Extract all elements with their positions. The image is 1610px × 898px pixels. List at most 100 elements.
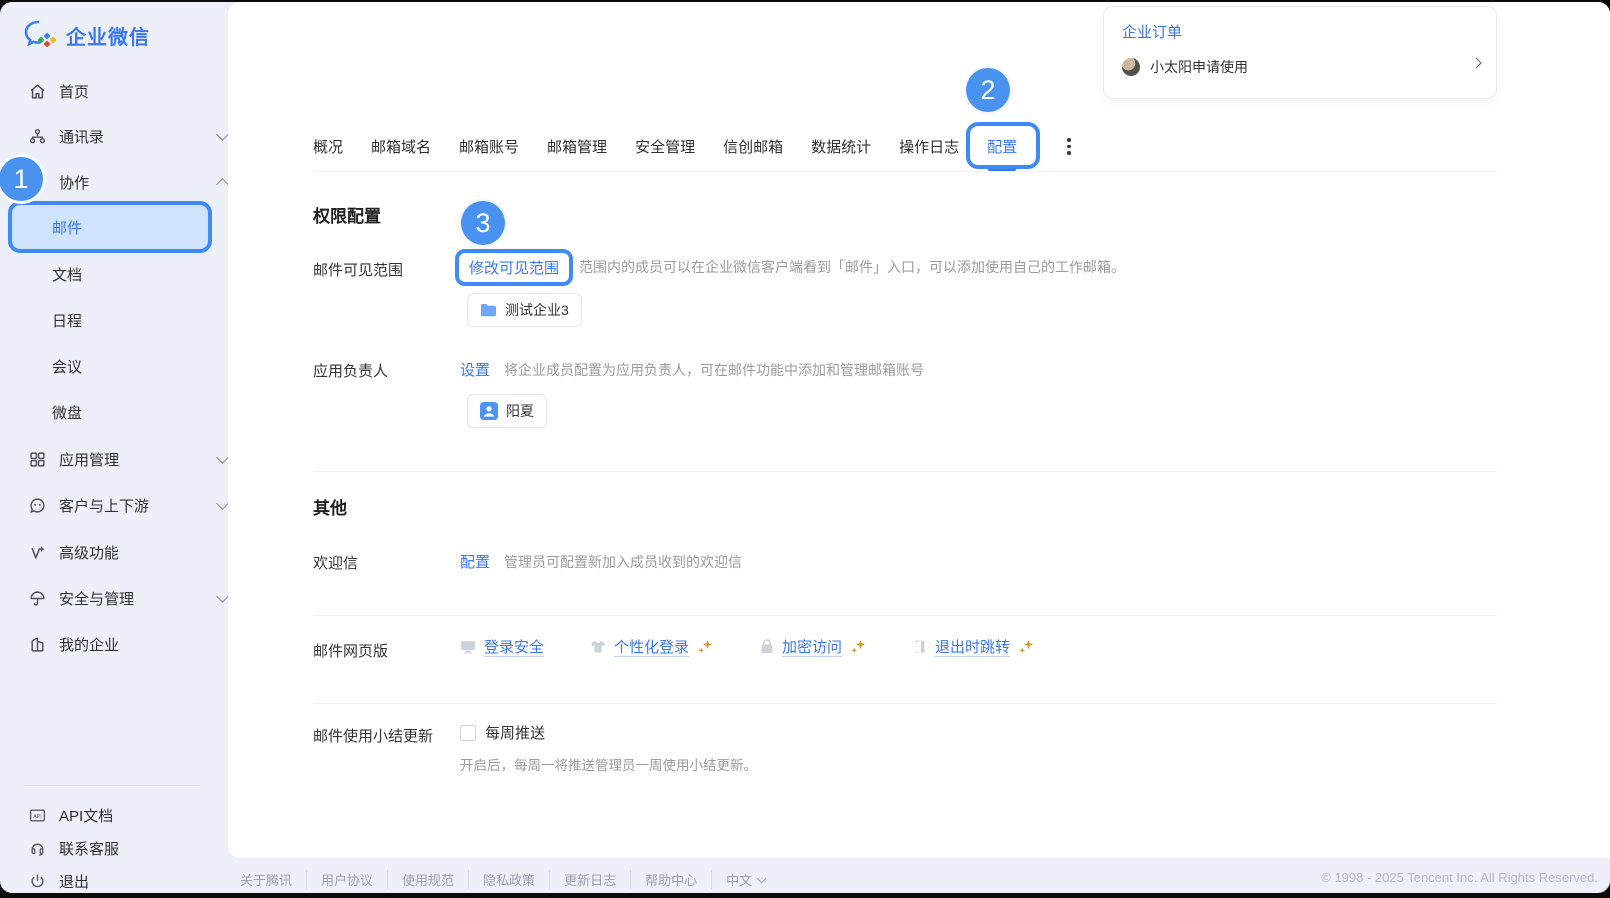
chevron-down-icon — [216, 497, 229, 510]
owner-member-name: 阳夏 — [506, 401, 534, 421]
chat-bubble-icon — [28, 496, 46, 514]
order-request-row[interactable]: 小太阳申请使用 — [1122, 57, 1248, 77]
sidebar-item-label: 安全与管理 — [59, 588, 134, 609]
encrypted-access-link[interactable]: 加密访问 — [760, 636, 867, 657]
personalized-login-link[interactable]: 个性化登录 — [590, 636, 714, 657]
sidebar: 企业微信 首页 通讯录 协作 邮件 文档 日程 会议 — [0, 2, 228, 893]
member-avatar-icon — [480, 402, 498, 420]
tab-overview[interactable]: 概况 — [313, 136, 343, 157]
main-panel: 企业订单 小太阳申请使用 概况 邮箱域名 邮箱账号 邮箱管理 安全管理 信创邮箱… — [228, 2, 1610, 858]
footer-link-agreement[interactable]: 用户协议 — [306, 870, 387, 889]
sidebar-item-label: 客户与上下游 — [59, 495, 149, 516]
sidebar-item-my-company[interactable]: 我的企业 — [28, 633, 119, 655]
sidebar-item-app-management[interactable]: 应用管理 — [28, 448, 119, 470]
welcome-letter-desc: 管理员可配置新加入成员收到的欢迎信 — [504, 552, 742, 572]
mail-admin-tabbar: 概况 邮箱域名 邮箱账号 邮箱管理 安全管理 信创邮箱 数据统计 操作日志 配置 — [313, 122, 1497, 172]
power-icon — [28, 872, 46, 890]
login-security-label: 登录安全 — [484, 636, 544, 657]
annotation-box-step3: 修改可见范围 — [455, 249, 573, 286]
step-2-badge: 2 — [963, 65, 1013, 115]
sidebar-item-label: 首页 — [59, 81, 89, 102]
sidebar-item-advanced[interactable]: 高级功能 — [28, 541, 119, 563]
sidebar-item-label: 退出 — [59, 871, 89, 892]
weekly-push-label: 每周推送 — [485, 722, 545, 743]
sidebar-item-label: 协作 — [59, 172, 89, 193]
footer-link-help[interactable]: 帮助中心 — [630, 870, 711, 889]
chevron-down-icon — [757, 873, 767, 883]
sidebar-item-logout[interactable]: 退出 — [28, 870, 89, 892]
tab-mail-domain[interactable]: 邮箱域名 — [371, 136, 431, 157]
chevron-down-icon — [216, 451, 229, 464]
app-logo: 企业微信 — [24, 20, 150, 50]
sidebar-item-label: 应用管理 — [59, 449, 119, 470]
tab-mail-account[interactable]: 邮箱账号 — [459, 136, 519, 157]
weekly-push-checkbox[interactable] — [460, 725, 476, 741]
login-security-link[interactable]: 登录安全 — [460, 636, 544, 657]
set-owner-link[interactable]: 设置 — [460, 359, 490, 380]
sidebar-item-contact-support[interactable]: 联系客服 — [28, 837, 119, 859]
page-footer-links: 关于腾讯 用户协议 使用规范 隐私政策 更新日志 帮助中心 中文 — [240, 870, 779, 889]
sidebar-item-label: 邮件 — [52, 217, 82, 238]
monitor-icon — [460, 639, 476, 654]
footer-link-about[interactable]: 关于腾讯 — [240, 870, 306, 889]
sidebar-item-label: 通讯录 — [59, 126, 104, 147]
more-tabs-icon[interactable] — [1067, 138, 1071, 155]
app-owner-row: 设置 将企业成员配置为应用负责人，可在邮件功能中添加和管理邮箱账号 — [460, 359, 924, 380]
enterprise-order-title[interactable]: 企业订单 — [1122, 21, 1182, 42]
sidebar-item-mail-selected[interactable]: 邮件 — [8, 201, 212, 253]
sidebar-item-docs[interactable]: 文档 — [52, 263, 82, 285]
sidebar-item-home[interactable]: 首页 — [28, 80, 89, 102]
weekly-push-row: 每周推送 — [460, 722, 545, 743]
headset-icon — [28, 839, 46, 857]
sidebar-item-customers[interactable]: 客户与上下游 — [28, 494, 149, 516]
sidebar-item-schedule[interactable]: 日程 — [52, 309, 82, 331]
tab-operation-log[interactable]: 操作日志 — [899, 136, 959, 157]
tab-security-management[interactable]: 安全管理 — [635, 136, 695, 157]
footer-link-usage[interactable]: 使用规范 — [387, 870, 468, 889]
footer-link-changelog[interactable]: 更新日志 — [549, 870, 630, 889]
sidebar-item-security[interactable]: 安全与管理 — [28, 587, 134, 609]
premium-sparkle-icon — [1018, 638, 1035, 655]
language-selector[interactable]: 中文 — [711, 870, 779, 889]
scope-tag-label: 测试企业3 — [505, 300, 569, 320]
welcome-letter-row: 配置 管理员可配置新加入成员收到的欢迎信 — [460, 551, 742, 572]
configure-welcome-link[interactable]: 配置 — [460, 551, 490, 572]
mail-visibility-row: 修改可见范围 范围内的成员可以在企业微信客户端看到「邮件」入口，可以添加使用自己… — [455, 248, 1125, 286]
section-divider — [313, 615, 1497, 616]
sidebar-item-api-docs[interactable]: API API文档 — [28, 804, 113, 826]
modify-visibility-link[interactable]: 修改可见范围 — [469, 257, 559, 278]
app-owner-desc: 将企业成员配置为应用负责人，可在邮件功能中添加和管理邮箱账号 — [504, 360, 924, 380]
sidebar-item-drive[interactable]: 微盘 — [52, 401, 82, 423]
tab-xinchuang-mail[interactable]: 信创邮箱 — [723, 136, 783, 157]
svg-text:API: API — [33, 813, 42, 819]
enterprise-order-card: 企业订单 小太阳申请使用 — [1103, 6, 1497, 99]
sidebar-item-meeting[interactable]: 会议 — [52, 355, 82, 377]
language-label: 中文 — [726, 870, 752, 889]
section-divider — [313, 471, 1497, 472]
footer-link-privacy[interactable]: 隐私政策 — [468, 870, 549, 889]
sidebar-item-label: API文档 — [59, 805, 113, 826]
admin-console-window: 企业微信 首页 通讯录 协作 邮件 文档 日程 会议 — [0, 2, 1610, 893]
tab-mail-management[interactable]: 邮箱管理 — [547, 136, 607, 157]
lock-icon — [760, 639, 774, 654]
step-3-badge: 3 — [458, 198, 508, 248]
folder-icon — [480, 303, 497, 317]
sparkle-icon — [28, 543, 46, 561]
chevron-down-icon — [216, 128, 229, 141]
api-doc-icon: API — [28, 806, 46, 824]
premium-sparkle-icon — [850, 638, 867, 655]
sidebar-item-label: 文档 — [52, 264, 82, 285]
home-icon — [28, 82, 46, 100]
chevron-down-icon — [216, 590, 229, 603]
sidebar-item-contacts[interactable]: 通讯录 — [28, 125, 104, 147]
grid-icon — [28, 450, 46, 468]
tab-data-statistics[interactable]: 数据统计 — [811, 136, 871, 157]
section-title-other: 其他 — [313, 494, 347, 519]
annotation-box-step2 — [966, 122, 1040, 169]
door-exit-icon — [913, 639, 927, 654]
logout-redirect-link[interactable]: 退出时跳转 — [913, 636, 1035, 657]
wecom-logo-icon — [24, 20, 58, 50]
logout-redirect-label: 退出时跳转 — [935, 636, 1010, 657]
app-title: 企业微信 — [66, 21, 150, 50]
visibility-scope-tag: 测试企业3 — [467, 293, 582, 327]
